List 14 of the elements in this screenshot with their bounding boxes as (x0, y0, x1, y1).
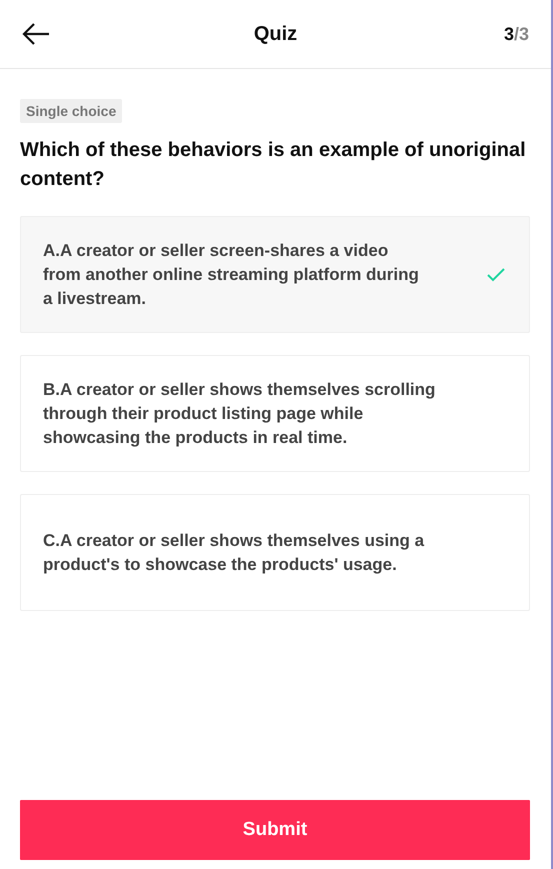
question-text: Which of these behaviors is an example of unoriginal content? (20, 138, 527, 192)
option-text: C.A creator or seller shows themselves using a product's to showcase the products' usage. (43, 530, 426, 576)
page-title: Quiz (254, 22, 298, 46)
option-text: A.A creator or seller screen-shares a video from another online streaming platform during a livestream. (43, 240, 420, 310)
checkmark-icon (487, 268, 505, 282)
answer-option[interactable]: C.A creator or seller shows themselves using a product's to showcase the products' usage. (20, 494, 530, 611)
progress-current: 3 (504, 24, 514, 44)
answer-option[interactable]: A.A creator or seller screen-shares a video from another online streaming platform during a livestream. (20, 216, 530, 333)
question-type-tag: Single choice (20, 99, 122, 123)
back-arrow-icon[interactable] (22, 23, 50, 45)
submit-button[interactable]: Submit (20, 800, 530, 860)
answer-option[interactable]: B.A creator or seller shows themselves scrolling through their product listing page while showcasing the products in real time. (20, 355, 530, 472)
progress-total: /3 (514, 24, 529, 44)
option-text: B.A creator or seller shows themselves scrolling through their product listing page while showcasing the products in real time. (43, 378, 436, 449)
